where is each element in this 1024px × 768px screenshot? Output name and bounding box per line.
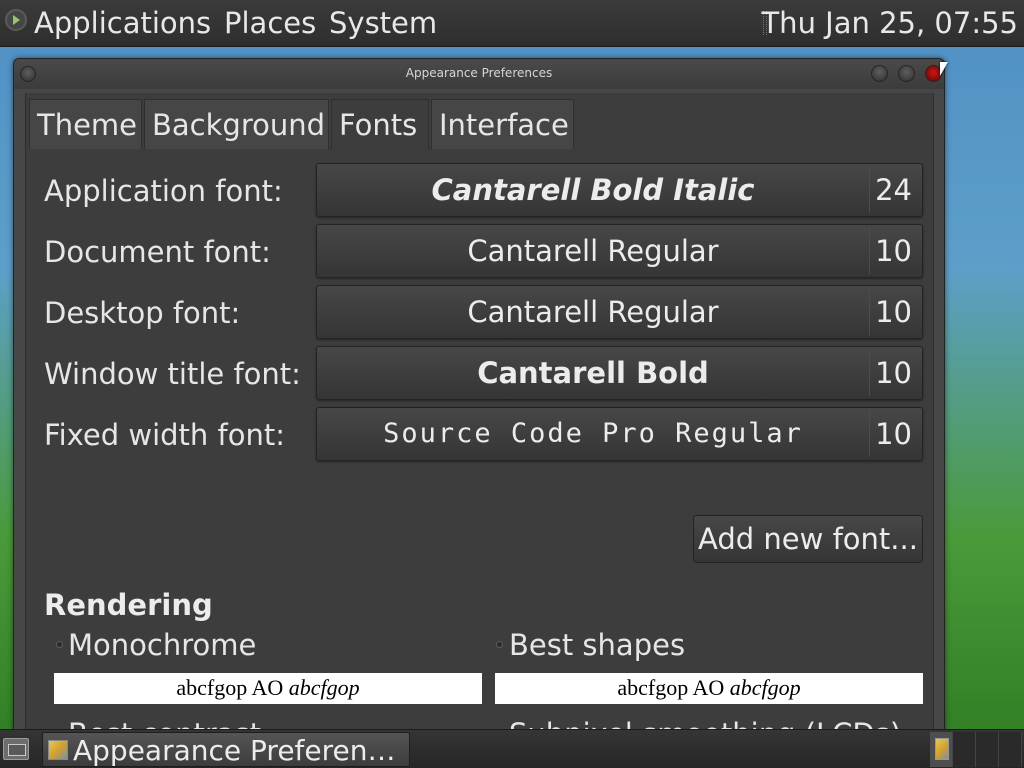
document-font-label: Document font: [44,235,271,269]
best-shapes-preview: abcfgop AO abcfgop [495,673,923,704]
monochrome-label[interactable]: Monochrome [68,625,256,665]
font-size: 10 [875,295,912,329]
monochrome-radio[interactable] [56,641,63,648]
tab-theme[interactable]: Theme [29,99,142,149]
add-new-font-button[interactable]: Add new font... [693,515,923,563]
tab-interface[interactable]: Interface [431,99,574,149]
divider [869,167,870,213]
places-menu[interactable]: Places [224,4,316,42]
application-font-button[interactable]: Cantarell Bold Italic 24 [316,163,923,217]
preview-text: abcfgop AO [617,675,725,700]
font-size: 10 [875,417,912,451]
system-menu[interactable]: System [329,4,437,42]
window-title-font-button[interactable]: Cantarell Bold 10 [316,346,923,400]
best-shapes-radio[interactable] [496,641,503,648]
tab-background[interactable]: Background [144,99,329,149]
font-name: Cantarell Regular [467,295,719,329]
divider [869,289,870,335]
window-title: Appearance Preferences [405,66,553,80]
mouse-cursor-icon [940,62,948,76]
font-size: 24 [875,173,912,207]
font-name: Cantarell Bold [477,356,709,390]
workspace-4[interactable] [999,732,1022,767]
top-panel: Applications Places System Thu Jan 25, 0… [0,0,1024,47]
font-size: 10 [875,356,912,390]
divider [869,411,870,457]
maximize-button[interactable] [898,65,915,82]
fixed-width-font-button[interactable]: Source Code Pro Regular 10 [316,407,923,461]
preview-text: abcfgop AO [176,675,284,700]
show-desktop-icon[interactable] [3,738,29,760]
document-font-button[interactable]: Cantarell Regular 10 [316,224,923,278]
minimize-button[interactable] [871,65,888,82]
window-titlebar[interactable]: Appearance Preferences [14,59,944,89]
divider [869,228,870,274]
task-label: Appearance Preferen… [73,734,396,767]
bottom-panel: Appearance Preferen… [0,729,1024,768]
application-font-label: Application font: [44,174,283,208]
font-name: Cantarell Bold Italic [431,173,755,207]
taskbar-appearance-preferences[interactable]: Appearance Preferen… [42,732,410,767]
font-name: Cantarell Regular [467,234,719,268]
preview-italic-text: abcfgop [288,675,360,700]
desktop-font-button[interactable]: Cantarell Regular 10 [316,285,923,339]
rendering-heading: Rendering [44,588,213,622]
workspace-3[interactable] [976,732,999,767]
clock[interactable]: Thu Jan 25, 07:55 [761,4,1018,42]
window-content: Theme Background Fonts Interface Applica… [25,93,934,737]
best-shapes-label[interactable]: Best shapes [509,625,685,665]
window-title-font-label: Window title font: [44,357,301,391]
monochrome-preview: abcfgop AO abcfgop [54,673,482,704]
window-thumbnail-icon [935,738,949,760]
appearance-app-icon [48,740,68,760]
font-name: Source Code Pro Regular [383,418,803,449]
font-size: 10 [875,234,912,268]
desktop-font-label: Desktop font: [44,296,241,330]
workspace-1[interactable] [930,732,953,767]
applications-menu[interactable]: Applications [34,4,211,42]
appearance-preferences-window: Appearance Preferences Theme Background … [13,58,945,738]
fixed-width-font-label: Fixed width font: [44,418,285,452]
divider [869,350,870,396]
workspace-2[interactable] [953,732,976,767]
main-menu-icon[interactable] [5,9,27,31]
tab-fonts[interactable]: Fonts [331,99,429,150]
workspace-switcher [930,732,1024,767]
preview-italic-text: abcfgop [729,675,801,700]
